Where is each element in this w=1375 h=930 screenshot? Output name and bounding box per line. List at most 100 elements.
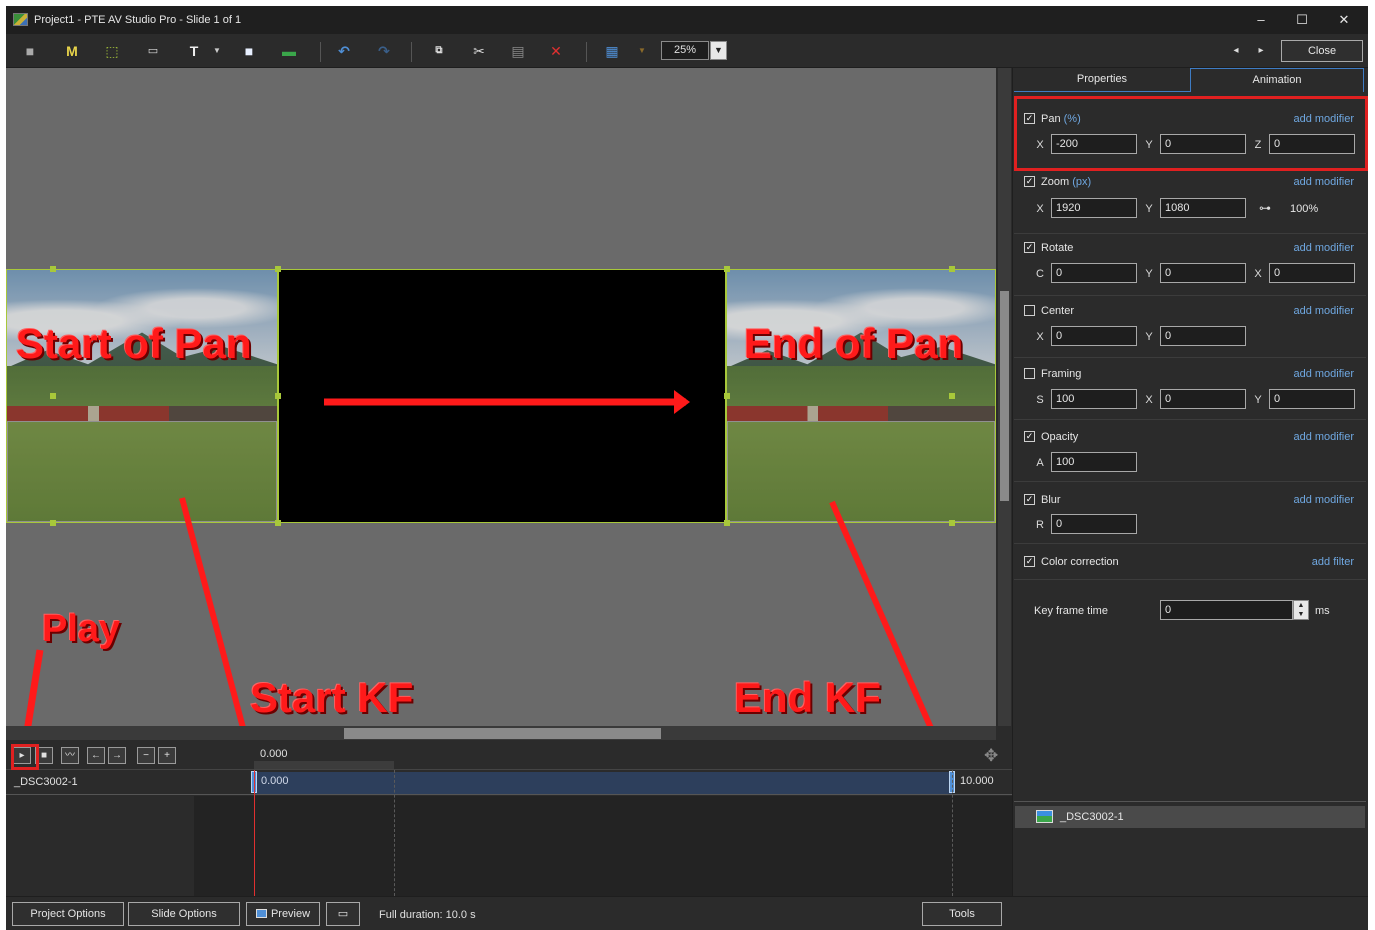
canvas-vertical-scroll-thumb[interactable] [1000, 291, 1009, 501]
framing-checkbox[interactable] [1024, 368, 1035, 379]
tools-button[interactable]: Tools [922, 902, 1002, 926]
chevron-down-icon[interactable]: ▼ [207, 42, 227, 60]
copy-properties-icon[interactable]: ⧉ [429, 42, 449, 60]
blur-checkbox[interactable]: ✓ [1024, 494, 1035, 505]
undo-icon[interactable]: ↶ [334, 42, 354, 60]
frame-icon[interactable]: ⬚ [102, 42, 122, 60]
delete-icon[interactable]: ✕ [546, 42, 566, 60]
framing-y-input[interactable]: 0 [1269, 389, 1355, 409]
maximize-button[interactable]: ☐ [1282, 9, 1322, 31]
image-icon[interactable]: ▬ [279, 42, 299, 60]
center-x-input[interactable]: 0 [1051, 326, 1137, 346]
mask-icon[interactable]: M [62, 42, 82, 60]
rotate-add-modifier-link[interactable]: add modifier [1266, 242, 1354, 254]
zoom-dropdown-button[interactable]: ▼ [710, 41, 727, 60]
full-duration-label: Full duration: 10.0 s [379, 909, 476, 921]
key-frame-time-input[interactable]: 0 [1160, 600, 1293, 620]
link-icon[interactable]: ⊶ [1259, 201, 1271, 215]
framing-x-input[interactable]: 0 [1160, 389, 1246, 409]
grid-icon[interactable]: ▦ [602, 42, 622, 60]
add-filter-link[interactable]: add filter [1266, 556, 1354, 568]
delete-keyframe-button[interactable]: − [137, 747, 155, 764]
pan-direction-arrowhead [674, 390, 690, 414]
center-add-modifier-link[interactable]: add modifier [1266, 305, 1354, 317]
blur-r-input[interactable]: 0 [1051, 514, 1137, 534]
zoom-checkbox[interactable]: ✓ [1024, 176, 1035, 187]
button-object-icon[interactable]: ▭ [143, 42, 163, 60]
slide-canvas[interactable]: Start of Pan End of Pan Play Start KF En… [6, 68, 996, 726]
start-kf-arrow [179, 497, 246, 726]
opacity-a-input[interactable]: 100 [1051, 452, 1137, 472]
rotate-y-input[interactable]: 0 [1160, 263, 1246, 283]
center-y-input[interactable]: 0 [1160, 326, 1246, 346]
timeline-gridline [952, 770, 953, 896]
text-icon[interactable]: T [184, 42, 204, 60]
preview-button[interactable]: Preview [246, 902, 320, 926]
center-checkbox[interactable] [1024, 305, 1035, 316]
project-options-button[interactable]: Project Options [12, 902, 124, 926]
waveform-icon[interactable]: 〰 [61, 747, 79, 764]
opacity-label: Opacity [1041, 431, 1079, 443]
next-slide-button[interactable]: ▸ [1251, 42, 1271, 60]
close-button[interactable]: Close [1281, 40, 1363, 62]
playhead-line[interactable] [254, 770, 255, 896]
object-list-item-label: _DSC3002-1 [1060, 811, 1124, 823]
color-correction-checkbox[interactable]: ✓ [1024, 556, 1035, 567]
move-icon[interactable]: ✥ [984, 746, 998, 766]
toolbar-divider [411, 42, 412, 62]
play-arrow [24, 649, 44, 726]
zoom-add-modifier-link[interactable]: add modifier [1266, 176, 1354, 188]
rectangle-icon[interactable]: ■ [239, 42, 259, 60]
track-name: _DSC3002-1 [14, 776, 78, 788]
monitor-icon[interactable]: ▭ [326, 902, 360, 926]
zoom-y-input[interactable]: 1080 [1160, 198, 1246, 218]
add-keyframe-button[interactable]: + [158, 747, 176, 764]
end-keyframe-time: 10.000 [960, 775, 994, 787]
track-bar[interactable] [254, 772, 952, 794]
key-frame-time-label: Key frame time [1034, 605, 1108, 617]
tab-animation[interactable]: Animation [1190, 68, 1364, 92]
minimize-button[interactable]: – [1241, 9, 1281, 31]
rotate-label: Rotate [1041, 242, 1074, 254]
app-icon [13, 13, 28, 26]
toolbar-divider [586, 42, 587, 62]
camera-icon[interactable]: ■ [20, 42, 40, 60]
center-y-label: Y [1145, 331, 1153, 343]
key-frame-time-spinner[interactable]: ▲ ▼ [1293, 600, 1309, 620]
next-keyframe-button[interactable]: → [108, 747, 126, 764]
slide-options-button[interactable]: Slide Options [128, 902, 240, 926]
center-label: Center [1041, 305, 1075, 317]
center-x-label: X [1036, 331, 1044, 343]
blur-section [1014, 482, 1366, 544]
framing-add-modifier-link[interactable]: add modifier [1266, 368, 1354, 380]
tab-properties[interactable]: Properties [1014, 68, 1190, 92]
zoom-level-field[interactable]: 25% [661, 41, 709, 60]
rotate-checkbox[interactable]: ✓ [1024, 242, 1035, 253]
zoom-percent: 100% [1290, 203, 1319, 215]
window-title: Project1 - PTE AV Studio Pro - Slide 1 o… [34, 14, 242, 26]
previous-keyframe-button[interactable]: ← [87, 747, 105, 764]
preview-icon [255, 909, 267, 918]
previous-slide-button[interactable]: ◂ [1226, 42, 1246, 60]
redo-icon[interactable]: ↷ [374, 42, 394, 60]
paste-icon[interactable]: ▤ [508, 42, 528, 60]
annotation-start-kf: Start KF [250, 674, 414, 721]
opacity-checkbox[interactable]: ✓ [1024, 431, 1035, 442]
rotate-x-input[interactable]: 0 [1269, 263, 1355, 283]
toolbar-divider [320, 42, 321, 62]
zoom-x-input[interactable]: 1920 [1051, 198, 1137, 218]
rotate-c-input[interactable]: 0 [1051, 263, 1137, 283]
blur-add-modifier-link[interactable]: add modifier [1266, 494, 1354, 506]
close-window-button[interactable]: ✕ [1324, 9, 1364, 31]
ruler-segment [254, 761, 394, 769]
blur-r-label: R [1036, 519, 1044, 531]
framing-s-input[interactable]: 100 [1051, 389, 1137, 409]
canvas-horizontal-scroll-thumb[interactable] [344, 728, 661, 739]
cut-icon[interactable]: ✂ [469, 42, 489, 60]
color-correction-label: Color correction [1041, 556, 1119, 568]
annotation-end-of-pan: End of Pan [744, 320, 964, 367]
opacity-add-modifier-link[interactable]: add modifier [1266, 431, 1354, 443]
chevron-down-icon[interactable]: ▼ [632, 42, 652, 60]
annotation-start-of-pan: Start of Pan [16, 320, 252, 367]
zoom-label: Zoom (px) [1041, 176, 1092, 188]
